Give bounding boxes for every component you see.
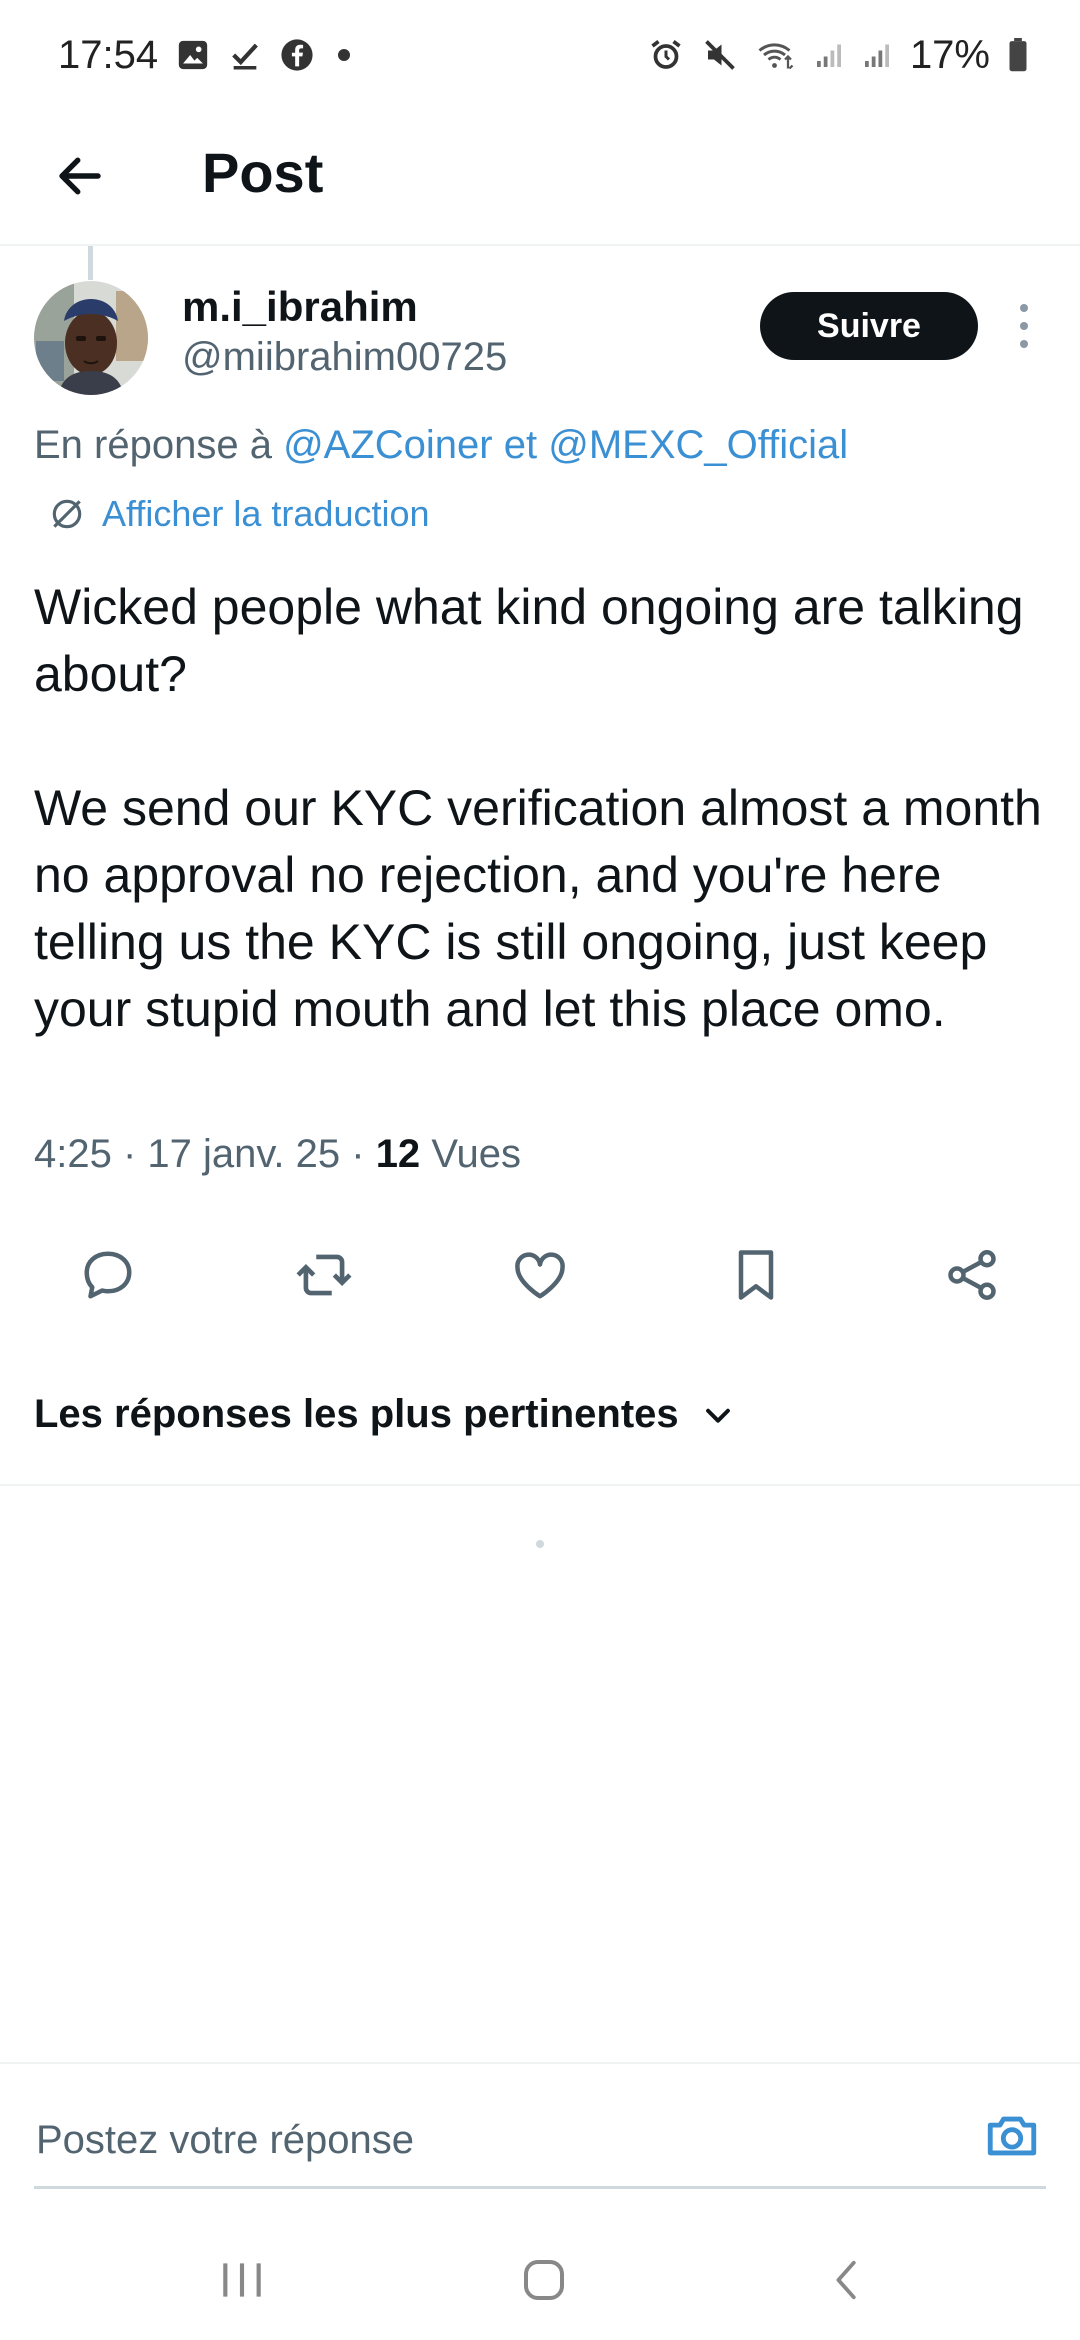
wifi-icon xyxy=(756,37,796,73)
bookmark-button[interactable] xyxy=(721,1240,791,1310)
signal-icon xyxy=(814,39,844,71)
like-button[interactable] xyxy=(505,1240,575,1310)
repost-icon xyxy=(296,1254,352,1296)
top-app-bar: Post xyxy=(0,110,1080,246)
reply-joiner: et xyxy=(492,423,549,467)
mute-icon xyxy=(702,37,738,73)
back-nav-button[interactable] xyxy=(808,2250,888,2310)
notification-dot-icon xyxy=(338,49,351,61)
reply-icon xyxy=(84,1251,132,1299)
author-name[interactable]: m.i_ibrahim xyxy=(182,283,418,331)
views-label: Vues xyxy=(431,1132,521,1176)
recent-apps-icon xyxy=(223,2263,261,2297)
battery-percent: 17% xyxy=(909,32,990,77)
show-translation-label: Afficher la traduction xyxy=(102,493,430,534)
views-count: 12 xyxy=(375,1132,421,1176)
thread-connector-line xyxy=(88,246,93,280)
reply-prefix: En réponse à xyxy=(34,423,284,467)
post-time: 4:25 xyxy=(34,1132,112,1176)
alarm-icon xyxy=(648,37,684,73)
post-actions xyxy=(0,1240,1080,1320)
post-text: Wicked people what kind ongoing are talk… xyxy=(34,579,1042,1037)
status-time: 17:54 xyxy=(58,32,159,77)
recent-apps-button[interactable] xyxy=(202,2250,282,2310)
battery-icon xyxy=(1008,38,1028,72)
author-handle[interactable]: @miibrahim00725 xyxy=(182,335,507,380)
post-meta: 4:25 · 17 janv. 25 · 12 Vues xyxy=(34,1132,521,1176)
signal-icon xyxy=(862,39,892,71)
home-icon xyxy=(524,2260,564,2300)
bookmark-icon xyxy=(738,1250,774,1300)
repost-button[interactable] xyxy=(289,1240,359,1310)
mention-link[interactable]: @MEXC_Official xyxy=(548,423,848,467)
status-left: 17:54 xyxy=(58,32,351,78)
chevron-down-icon xyxy=(705,1408,730,1423)
reply-button[interactable] xyxy=(73,1240,143,1310)
camera-icon xyxy=(987,2116,1037,2156)
share-button[interactable] xyxy=(937,1240,1007,1310)
avatar-image xyxy=(34,281,148,395)
status-bar: 17:54 17% xyxy=(0,0,1080,110)
composer-divider xyxy=(0,2062,1080,2064)
reply-context: En réponse à @AZCoiner et @MEXC_Official xyxy=(34,423,848,468)
loading-indicator xyxy=(536,1540,544,1548)
follow-button[interactable]: Suivre xyxy=(760,292,978,360)
divider xyxy=(0,1484,1080,1486)
show-translation-link[interactable]: Afficher la traduction xyxy=(48,493,430,535)
replies-sort-dropdown[interactable]: Les réponses les plus pertinentes xyxy=(34,1392,735,1437)
avatar[interactable] xyxy=(34,281,148,395)
mention-link[interactable]: @AZCoiner xyxy=(283,423,493,467)
arrow-left-icon xyxy=(59,157,101,195)
replies-sort-label: Les réponses les plus pertinentes xyxy=(34,1392,679,1436)
status-right: 17% xyxy=(648,33,1028,78)
check-icon xyxy=(228,38,262,72)
page-title: Post xyxy=(202,141,324,204)
post-date: 17 janv. 25 xyxy=(147,1132,341,1176)
camera-button[interactable] xyxy=(982,2106,1042,2166)
share-icon xyxy=(948,1250,996,1300)
chevron-left-icon xyxy=(836,2260,856,2300)
home-button[interactable] xyxy=(504,2250,584,2310)
heart-icon xyxy=(515,1252,565,1299)
composer-underline xyxy=(34,2186,1046,2189)
more-options-icon[interactable] xyxy=(1010,304,1038,348)
gallery-icon xyxy=(176,38,210,72)
facebook-icon xyxy=(280,38,314,72)
back-button[interactable] xyxy=(48,144,112,208)
translate-icon xyxy=(52,499,82,529)
reply-input[interactable] xyxy=(34,2100,934,2180)
system-nav-bar xyxy=(0,2220,1080,2340)
